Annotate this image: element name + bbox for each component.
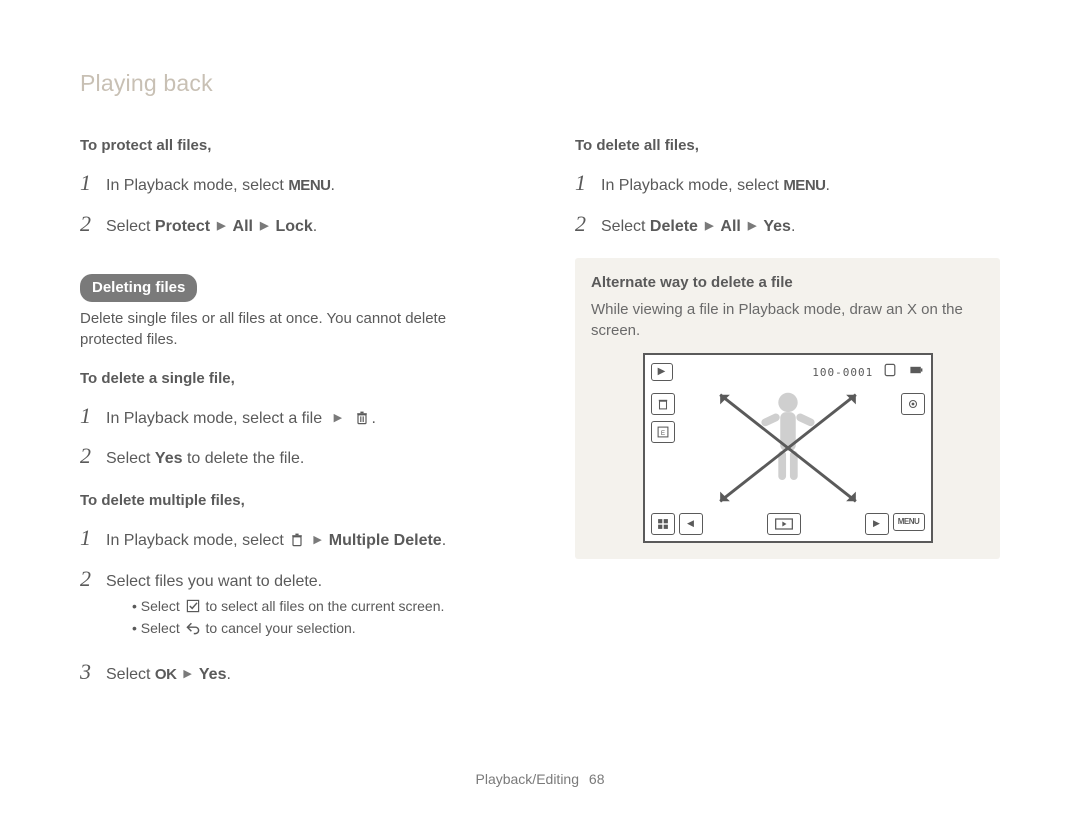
step-body: In Playback mode, select a file ▶ . (106, 408, 505, 430)
text: Select (106, 218, 155, 235)
step-body: Select Yes to delete the file. (106, 448, 505, 470)
camera-main-area (683, 385, 893, 511)
manual-page: Playing back To protect all files, 1 In … (0, 0, 1080, 815)
menu-path: Delete▶All▶Yes (650, 218, 791, 235)
gear-icon (901, 393, 925, 415)
step-body: In Playback mode, select MENU. (106, 175, 505, 197)
bullet: Select to cancel your selection. (132, 619, 505, 639)
step: 1 In Playback mode, select ▶Multiple Del… (80, 523, 505, 554)
step: 1 In Playback mode, select a file ▶ . (80, 401, 505, 432)
step-body: Select OK▶Yes. (106, 664, 505, 686)
callout-title: Alternate way to delete a file (591, 272, 984, 293)
bold-text: Yes (199, 666, 227, 683)
battery-icon (907, 362, 925, 378)
steps-protect-all: 1 In Playback mode, select MENU. 2 Selec… (80, 168, 505, 240)
step-number: 1 (575, 168, 601, 199)
text: Select (106, 666, 155, 683)
bullet-list: Select to select all files on the curren… (132, 597, 505, 638)
steps-delete-multiple: 1 In Playback mode, select ▶Multiple Del… (80, 523, 505, 687)
bold-text: Multiple Delete (329, 532, 442, 549)
step-body: Select files you want to delete. Select … (106, 571, 505, 647)
prev-icon (679, 513, 703, 535)
bold-text: Yes (155, 450, 183, 467)
page-number: 68 (589, 771, 605, 787)
back-icon (184, 620, 202, 636)
deleting-description: Delete single files or all files at once… (80, 308, 505, 350)
editor-icon: E (651, 421, 675, 443)
chapter-label: Playback/Editing (476, 771, 580, 787)
pill-deleting-files: Deleting files (80, 274, 197, 302)
steps-delete-all: 1 In Playback mode, select MENU. 2 Selec… (575, 168, 1000, 240)
menu-path: Protect▶All▶Lock (155, 218, 313, 235)
bullet: Select to select all files on the curren… (132, 597, 505, 617)
step-body: Select Protect▶All▶Lock. (106, 216, 505, 238)
step-number: 2 (80, 441, 106, 472)
camera-bottom-bar: MENU (651, 513, 925, 535)
step: 1 In Playback mode, select MENU. (80, 168, 505, 199)
play-mode-icon: ▶ (651, 363, 673, 381)
text: In Playback mode, select (601, 177, 783, 194)
heading-delete-all: To delete all files, (575, 135, 1000, 156)
bottom-left-group (651, 513, 703, 535)
file-counter: 100-0001 (812, 362, 924, 380)
step: 3 Select OK▶Yes. (80, 657, 505, 688)
next-icon (865, 513, 889, 535)
heading-delete-single: To delete a single file, (80, 368, 505, 389)
heading-protect-all: To protect all files, (80, 135, 505, 156)
steps-delete-single: 1 In Playback mode, select a file ▶ . 2 … (80, 401, 505, 473)
text: In Playback mode, select (106, 177, 288, 194)
step-number: 3 (80, 657, 106, 688)
step-body: In Playback mode, select MENU. (601, 175, 1000, 197)
svg-text:E: E (660, 429, 664, 436)
left-side-icons: E (651, 393, 675, 443)
bottom-right-group: MENU (865, 513, 925, 535)
slideshow-icon (767, 513, 801, 535)
menu-icon: MENU (288, 177, 330, 194)
right-side-icons (901, 393, 925, 415)
ok-icon: OK (155, 666, 177, 683)
right-column: To delete all files, 1 In Playback mode,… (575, 125, 1000, 705)
callout-alternate-delete: Alternate way to delete a file While vie… (575, 258, 1000, 559)
section-title: Playing back (80, 70, 1000, 97)
step: 2 Select Protect▶All▶Lock. (80, 209, 505, 240)
step-body: In Playback mode, select ▶Multiple Delet… (106, 530, 505, 552)
trash-icon (288, 532, 306, 548)
menu-icon: MENU (783, 177, 825, 194)
step-body: Select Delete▶All▶Yes. (601, 216, 1000, 238)
text: Select (601, 218, 650, 235)
trash-icon (353, 410, 371, 426)
text: to delete the file. (183, 450, 305, 467)
callout-text: While viewing a file in Playback mode, d… (591, 299, 984, 341)
trash-icon (651, 393, 675, 415)
step-number: 1 (80, 168, 106, 199)
step: 2 Select files you want to delete. Selec… (80, 564, 505, 647)
step: 2 Select Delete▶All▶Yes. (575, 209, 1000, 240)
camera-screen-diagram: ▶ 100-0001 E (643, 353, 933, 543)
menu-button-icon: MENU (893, 513, 925, 531)
content-columns: To protect all files, 1 In Playback mode… (80, 125, 1000, 705)
step: 2 Select Yes to delete the file. (80, 441, 505, 472)
step-number: 2 (575, 209, 601, 240)
text: Select (106, 450, 155, 467)
step-number: 1 (80, 401, 106, 432)
heading-delete-multiple: To delete multiple files, (80, 490, 505, 511)
select-all-icon (184, 598, 202, 614)
text: Select files you want to delete. (106, 573, 322, 590)
step: 1 In Playback mode, select MENU. (575, 168, 1000, 199)
step-number: 1 (80, 523, 106, 554)
left-column: To protect all files, 1 In Playback mode… (80, 125, 505, 705)
step-number: 2 (80, 564, 106, 595)
text: In Playback mode, select a file (106, 410, 327, 427)
thumbnail-icon (651, 513, 675, 535)
step-number: 2 (80, 209, 106, 240)
camera-top-bar: ▶ 100-0001 (651, 361, 925, 383)
page-footer: Playback/Editing 68 (0, 771, 1080, 787)
text: In Playback mode, select (106, 532, 288, 549)
memory-icon (881, 362, 899, 378)
